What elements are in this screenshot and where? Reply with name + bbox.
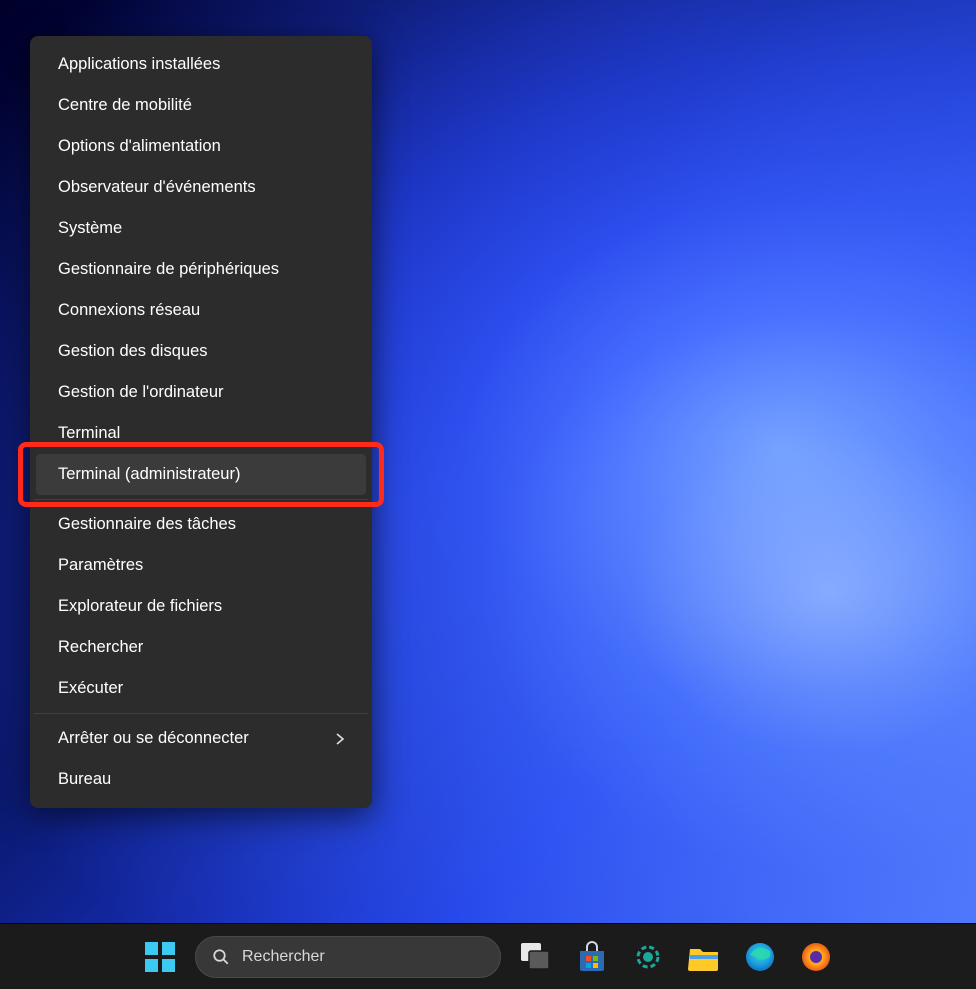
menu-group: Gestionnaire des tâches Paramètres Explora… (34, 502, 368, 711)
menu-network-connections[interactable]: Connexions réseau (36, 290, 366, 331)
menu-computer-management[interactable]: Gestion de l'ordinateur (36, 372, 366, 413)
taskbar-file-explorer[interactable] (683, 936, 725, 978)
file-explorer-icon (688, 943, 720, 971)
menu-separator (34, 713, 368, 714)
taskbar-firefox[interactable] (795, 936, 837, 978)
menu-item-label: Paramètres (58, 556, 143, 575)
menu-item-label: Terminal (58, 424, 120, 443)
edge-icon (744, 941, 776, 973)
menu-terminal-admin[interactable]: Terminal (administrateur) (36, 454, 366, 495)
menu-task-manager[interactable]: Gestionnaire des tâches (36, 504, 366, 545)
menu-item-label: Connexions réseau (58, 301, 200, 320)
menu-item-label: Rechercher (58, 638, 143, 657)
chevron-right-icon (334, 733, 346, 745)
menu-mobility-center[interactable]: Centre de mobilité (36, 85, 366, 126)
taskbar-center-group: Rechercher (139, 936, 837, 978)
taskbar: Rechercher (0, 923, 976, 989)
menu-file-explorer[interactable]: Explorateur de fichiers (36, 586, 366, 627)
menu-item-label: Terminal (administrateur) (58, 465, 240, 484)
menu-event-viewer[interactable]: Observateur d'événements (36, 167, 366, 208)
menu-group: Arrêter ou se déconnecter Bureau (34, 716, 368, 802)
menu-item-label: Bureau (58, 770, 111, 789)
menu-run[interactable]: Exécuter (36, 668, 366, 709)
menu-item-label: Gestion de l'ordinateur (58, 383, 224, 402)
menu-item-label: Gestionnaire de périphériques (58, 260, 279, 279)
menu-shutdown[interactable]: Arrêter ou se déconnecter (36, 718, 366, 759)
firefox-icon (800, 941, 832, 973)
menu-device-manager[interactable]: Gestionnaire de périphériques (36, 249, 366, 290)
menu-group: Applications installées Centre de mobilit… (34, 42, 368, 497)
menu-item-label: Options d'alimentation (58, 137, 221, 156)
menu-disk-management[interactable]: Gestion des disques (36, 331, 366, 372)
menu-item-label: Arrêter ou se déconnecter (58, 729, 249, 748)
task-view-icon (521, 943, 551, 971)
menu-item-label: Centre de mobilité (58, 96, 192, 115)
menu-terminal[interactable]: Terminal (36, 413, 366, 454)
teal-app-icon (633, 942, 663, 972)
menu-search[interactable]: Rechercher (36, 627, 366, 668)
menu-power-options[interactable]: Options d'alimentation (36, 126, 366, 167)
menu-item-label: Exécuter (58, 679, 123, 698)
search-placeholder: Rechercher (242, 948, 325, 966)
menu-item-label: Observateur d'événements (58, 178, 256, 197)
taskbar-microsoft-store[interactable] (571, 936, 613, 978)
microsoft-store-icon (576, 941, 608, 973)
menu-separator (34, 499, 368, 500)
menu-settings[interactable]: Paramètres (36, 545, 366, 586)
menu-item-label: Gestionnaire des tâches (58, 515, 236, 534)
menu-item-label: Gestion des disques (58, 342, 208, 361)
desktop-wallpaper: Applications installées Centre de mobilit… (0, 0, 976, 989)
taskbar-search-box[interactable]: Rechercher (195, 936, 501, 978)
taskbar-teal-app[interactable] (627, 936, 669, 978)
taskbar-task-view[interactable] (515, 936, 557, 978)
winx-context-menu: Applications installées Centre de mobilit… (30, 36, 372, 808)
start-button[interactable] (139, 936, 181, 978)
taskbar-edge[interactable] (739, 936, 781, 978)
menu-item-label: Système (58, 219, 122, 238)
menu-item-label: Applications installées (58, 55, 220, 74)
start-icon (145, 942, 175, 972)
menu-item-label: Explorateur de fichiers (58, 597, 222, 616)
menu-installed-apps[interactable]: Applications installées (36, 44, 366, 85)
search-icon (212, 948, 230, 966)
menu-system[interactable]: Système (36, 208, 366, 249)
menu-desktop[interactable]: Bureau (36, 759, 366, 800)
